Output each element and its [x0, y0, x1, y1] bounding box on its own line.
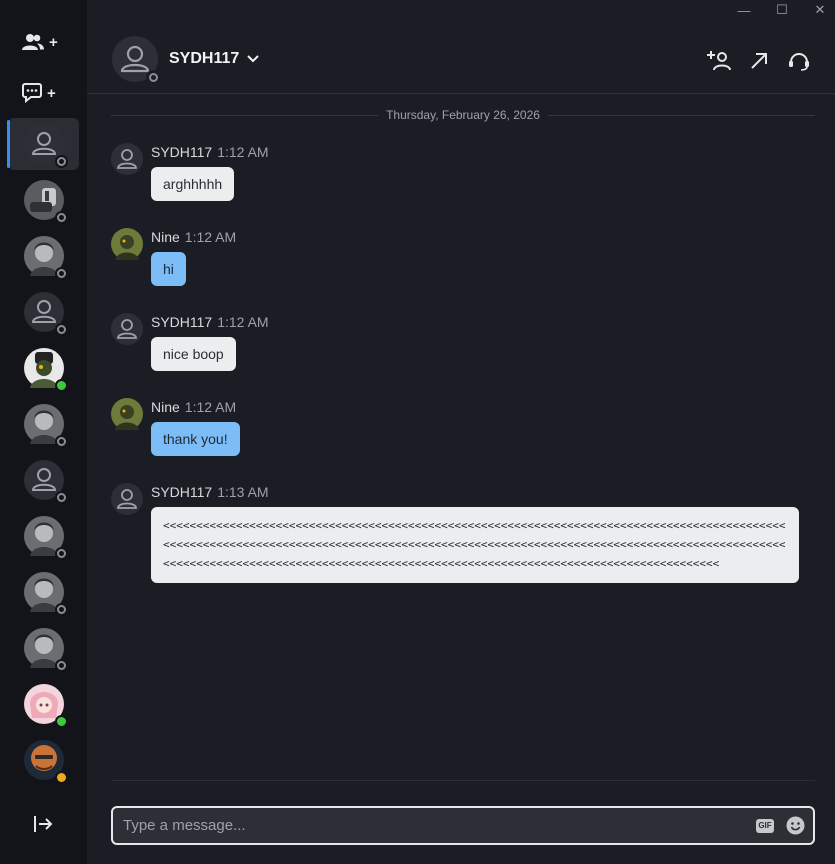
contact-item[interactable] [8, 678, 79, 730]
people-icon [22, 34, 44, 50]
contact-name: SYDH117 [169, 50, 240, 67]
avatar [23, 124, 68, 168]
add-person-button[interactable] [706, 48, 732, 74]
avatar [23, 348, 68, 392]
status-indicator [54, 491, 68, 504]
contact-item[interactable] [8, 342, 79, 394]
contact-item[interactable] [8, 510, 79, 562]
chat-bubble-icon [22, 83, 42, 103]
status-indicator [54, 603, 68, 616]
message-bubble[interactable]: thank you! [151, 422, 240, 456]
sender-name: Nine [151, 399, 180, 415]
expand-arrow-icon [751, 53, 767, 69]
chevron-down-icon [247, 55, 259, 63]
avatar [23, 292, 68, 336]
contact-item[interactable] [8, 566, 79, 618]
contact-item[interactable] [8, 174, 79, 226]
close-button[interactable]: ✕ [807, 0, 833, 20]
status-indicator [54, 771, 68, 784]
date-separator: Thursday, February 26, 2026 [111, 106, 815, 124]
sender-name: SYDH117 [151, 484, 213, 500]
contact-item[interactable] [8, 286, 79, 338]
header-status-indicator [146, 70, 160, 84]
sidebar: + + [0, 0, 87, 864]
plus-icon: + [49, 33, 58, 51]
status-indicator [54, 155, 68, 168]
message-timestamp: 1:12 AM [184, 229, 237, 245]
message-meta: SYDH117 1:13 AM [151, 484, 269, 500]
message-bubble[interactable]: arghhhhh [151, 167, 235, 201]
message-timestamp: 1:13 AM [217, 484, 269, 500]
maximize-button[interactable]: ☐ [769, 0, 795, 20]
headset-icon [789, 53, 809, 71]
status-indicator [54, 379, 68, 392]
new-chat-button[interactable]: + [22, 78, 70, 108]
collapse-sidebar-button[interactable] [32, 813, 54, 835]
gif-button[interactable]: GIF [756, 818, 774, 833]
composer-divider [111, 780, 815, 781]
contact-item[interactable] [7, 118, 79, 170]
status-indicator [54, 715, 68, 728]
header-divider [87, 93, 835, 94]
contact-item[interactable] [8, 622, 79, 674]
status-indicator [54, 659, 68, 672]
message-input[interactable] [123, 817, 756, 834]
message-avatar[interactable] [111, 483, 143, 515]
contact-item[interactable] [8, 398, 79, 450]
contact-item[interactable] [8, 230, 79, 282]
collapse-arrow-icon [34, 816, 53, 832]
message-composer: GIF [111, 806, 815, 845]
message-avatar[interactable] [111, 228, 143, 260]
message-timestamp: 1:12 AM [184, 399, 237, 415]
status-indicator [54, 267, 68, 280]
status-indicator [54, 547, 68, 560]
message-bubble[interactable]: nice boop [151, 337, 236, 371]
message-meta: SYDH117 1:12 AM [151, 144, 269, 160]
message-bubble[interactable]: hi [151, 252, 186, 286]
conversation-title[interactable]: SYDH117 [169, 50, 259, 68]
date-label: Thursday, February 26, 2026 [386, 108, 540, 122]
message-meta: Nine 1:12 AM [151, 399, 236, 415]
plus-icon: + [47, 84, 56, 102]
chat-app-window: — ☐ ✕ + + SYDH117 Thursday, February 26,… [0, 0, 835, 864]
sender-name: SYDH117 [151, 144, 213, 160]
emoji-icon[interactable] [786, 816, 805, 835]
popout-button[interactable] [746, 48, 772, 74]
message-avatar[interactable] [111, 143, 143, 175]
avatar [23, 572, 68, 616]
message-meta: Nine 1:12 AM [151, 229, 236, 245]
avatar [23, 740, 68, 784]
message-avatar[interactable] [111, 398, 143, 430]
sender-name: SYDH117 [151, 314, 213, 330]
avatar [23, 236, 68, 280]
avatar [23, 404, 68, 448]
contact-item[interactable] [8, 454, 79, 506]
avatar [23, 684, 68, 728]
status-indicator [54, 323, 68, 336]
avatar [23, 516, 68, 560]
status-indicator [54, 211, 68, 224]
sender-name: Nine [151, 229, 180, 245]
minimize-button[interactable]: — [731, 0, 757, 20]
add-person-icon [707, 51, 731, 71]
avatar [23, 180, 68, 224]
message-bubble[interactable]: <<<<<<<<<<<<<<<<<<<<<<<<<<<<<<<<<<<<<<<<… [151, 507, 799, 583]
message-avatar[interactable] [111, 313, 143, 345]
avatar [23, 628, 68, 672]
message-meta: SYDH117 1:12 AM [151, 314, 269, 330]
voice-call-button[interactable] [786, 48, 812, 74]
status-indicator [54, 435, 68, 448]
add-friend-button[interactable]: + [22, 27, 70, 57]
message-timestamp: 1:12 AM [217, 144, 269, 160]
message-timestamp: 1:12 AM [217, 314, 269, 330]
avatar [23, 460, 68, 504]
contact-item[interactable] [8, 734, 79, 786]
